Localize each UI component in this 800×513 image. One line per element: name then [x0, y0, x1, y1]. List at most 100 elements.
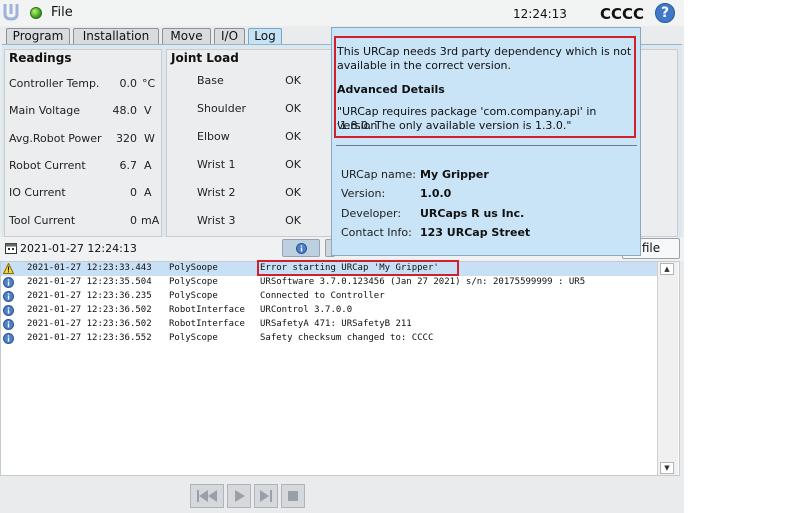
reading-label: Main Voltage: [9, 104, 81, 117]
joint-load-title: Joint Load: [171, 51, 239, 65]
popup-detail-line: '1.8.0. The only available version is 1.…: [337, 119, 572, 132]
joint-status: OK: [285, 74, 301, 87]
log-scrollbar[interactable]: ▲ ▼: [657, 262, 678, 475]
reading-value: 0: [130, 186, 137, 199]
help-icon[interactable]: ?: [655, 3, 675, 23]
scroll-down-icon[interactable]: ▼: [660, 462, 674, 474]
urcap-name-label: URCap name:: [341, 168, 416, 181]
tab-io[interactable]: I/O: [214, 28, 245, 45]
play-button[interactable]: [227, 484, 251, 508]
contact-info-label: Contact Info:: [341, 226, 412, 239]
log-timestamp: 2021-01-27 12:23:36.502: [27, 319, 152, 329]
info-icon: [3, 305, 14, 316]
advanced-details-heading: Advanced Details: [337, 83, 445, 96]
joint-label: Wrist 1: [197, 158, 236, 171]
reading-value: 0.0: [119, 77, 138, 90]
info-icon: [3, 333, 14, 344]
reading-label: Controller Temp.: [9, 77, 100, 90]
stop-icon: [288, 491, 298, 501]
info-icon: [3, 291, 14, 302]
log-row[interactable]: 2021-01-27 12:23:35.504 PolyScope URSoft…: [1, 276, 657, 290]
polyscope-window: File 12:24:13 CCCC ? Program Installatio…: [0, 0, 684, 513]
joint-status: OK: [285, 158, 301, 171]
stop-button[interactable]: [281, 484, 305, 508]
contact-info-value: 123 URCap Street: [420, 226, 531, 239]
log-source: PolyScope: [169, 333, 218, 343]
reading-unit: W: [144, 132, 155, 145]
reading-value: 48.0: [112, 104, 138, 117]
robot-name: CCCC: [600, 5, 645, 23]
joint-label: Wrist 3: [197, 214, 236, 227]
log-source: PolyScope: [169, 277, 218, 287]
popup-summary-line: available in the correct version.: [337, 59, 512, 72]
calendar-icon: [5, 243, 17, 254]
tab-program[interactable]: Program: [6, 28, 70, 45]
popup-divider: [336, 145, 637, 146]
tab-move[interactable]: Move: [162, 28, 211, 45]
log-message: Connected to Controller: [260, 291, 385, 301]
reading-value: 320: [116, 132, 137, 145]
error-highlight-box: [257, 260, 459, 276]
info-icon: [3, 319, 14, 330]
log-row[interactable]: 2021-01-27 12:23:36.235 PolyScope Connec…: [1, 290, 657, 304]
scroll-up-icon[interactable]: ▲: [660, 263, 674, 275]
developer-value: URCaps R us Inc.: [420, 207, 525, 220]
log-source: PolySoope: [169, 263, 218, 273]
step-button[interactable]: [254, 484, 278, 508]
reading-unit: A: [144, 159, 152, 172]
rewind-icon: [197, 490, 217, 502]
robot-status-icon[interactable]: [30, 7, 42, 19]
log-message: URControl 3.7.0.0: [260, 305, 353, 315]
file-menu[interactable]: File: [51, 5, 73, 20]
version-value: 1.0.0: [420, 187, 452, 200]
top-bar: File 12:24:13 CCCC ?: [0, 0, 684, 26]
urcap-name-value: My Gripper: [420, 168, 489, 181]
reading-label: Avg.Robot Power: [9, 132, 102, 145]
warning-icon: [3, 263, 14, 274]
reading-unit: A: [144, 186, 152, 199]
log-row[interactable]: 2021-01-27 12:23:36.552 PolyScope Safety…: [1, 332, 657, 346]
joint-label: Elbow: [197, 130, 230, 143]
playback-bar: [0, 478, 684, 513]
play-icon: [235, 490, 245, 502]
log-list[interactable]: 2021-01-27 12:23:33.443 PolySoope Error …: [0, 261, 680, 476]
log-row[interactable]: 2021-01-27 12:23:36.502 RobotInterface U…: [1, 304, 657, 318]
log-timestamp: 2021-01-27 12:23:33.443: [27, 263, 152, 273]
reading-unit: °C: [142, 77, 156, 90]
developer-label: Developer:: [341, 207, 402, 220]
joint-load-group: Joint Load Base OK Shoulder OK Elbow OK …: [166, 49, 336, 237]
log-timestamp: 2021-01-27 12:23:36.235: [27, 291, 152, 301]
log-source: RobotInterface: [169, 319, 245, 329]
joint-label: Wrist 2: [197, 186, 236, 199]
log-source: PolyScope: [169, 291, 218, 301]
joint-status: OK: [285, 214, 301, 227]
reading-label: Robot Current: [9, 159, 86, 172]
rewind-button[interactable]: [190, 484, 224, 508]
popup-summary-line: This URCap needs 3rd party dependency wh…: [337, 45, 632, 58]
joint-label: Base: [197, 74, 224, 87]
log-row[interactable]: 2021-01-27 12:23:36.502 RobotInterface U…: [1, 318, 657, 332]
info-filter-button[interactable]: [282, 239, 320, 257]
log-timestamp: 2021-01-27 12:23:35.504: [27, 277, 152, 287]
reading-label: IO Current: [9, 186, 66, 199]
joint-status: OK: [285, 130, 301, 143]
joint-status: OK: [285, 102, 301, 115]
joint-label: Shoulder: [197, 102, 246, 115]
version-label: Version:: [341, 187, 386, 200]
tab-log[interactable]: Log: [248, 28, 282, 45]
info-icon: [296, 243, 307, 254]
ur-logo-icon[interactable]: [2, 2, 20, 22]
urcap-error-popup: This URCap needs 3rd party dependency wh…: [331, 27, 641, 256]
log-message: URSoftware 3.7.0.123456 (Jan 27 2021) s/…: [260, 277, 586, 287]
reading-unit: mA: [141, 214, 160, 227]
info-icon: [3, 277, 14, 288]
log-timestamp: 2021-01-27 12:23:36.552: [27, 333, 152, 343]
clock: 12:24:13: [513, 7, 567, 21]
tab-installation[interactable]: Installation: [73, 28, 159, 45]
log-source: RobotInterface: [169, 305, 245, 315]
readings-group: Readings Controller Temp. 0.0 °C Main Vo…: [4, 49, 162, 237]
log-message: URSafetyA 471: URSafetyB 211: [260, 319, 412, 329]
reading-value: 6.7: [119, 159, 138, 172]
reading-unit: V: [144, 104, 152, 117]
readings-title: Readings: [9, 51, 72, 65]
